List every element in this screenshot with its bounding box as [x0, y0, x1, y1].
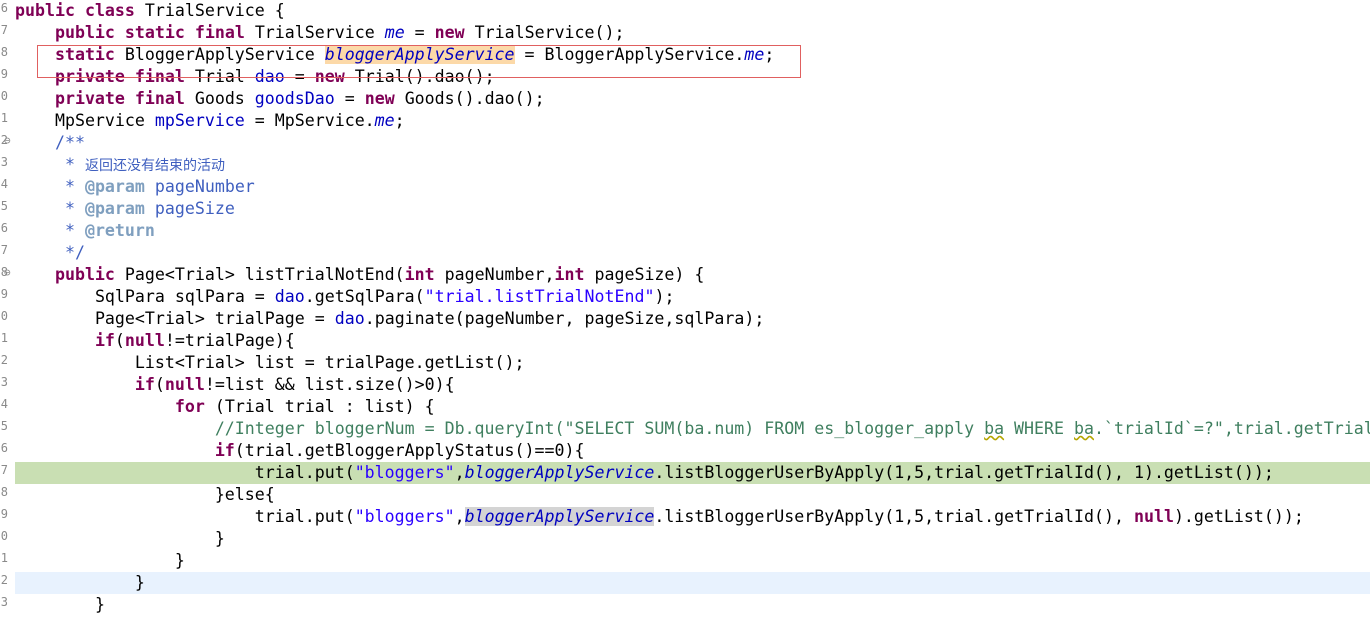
code-line[interactable]: }	[15, 528, 1370, 550]
line-number: 2	[0, 353, 8, 367]
line-number: 0	[0, 309, 8, 323]
line-number: 7	[0, 243, 8, 257]
code-line[interactable]: public Page<Trial> listTrialNotEnd(int p…	[15, 264, 1370, 286]
highlighted-code-line[interactable]: trial.put("bloggers",bloggerApplyService…	[15, 462, 1370, 484]
line-number: 6	[0, 1, 8, 15]
line-number: 1	[0, 111, 8, 125]
code-editor[interactable]: 6 7 8 9 0 1 2 3 4 5 6 7 8 9 0 1 2 3 4 5 …	[0, 0, 1370, 621]
code-line[interactable]: for (Trial trial : list) {	[15, 396, 1370, 418]
line-number: 7	[0, 463, 8, 477]
code-line[interactable]: * @param pageSize	[15, 198, 1370, 220]
code-line[interactable]: }	[15, 594, 1370, 616]
line-number: 9	[0, 507, 8, 521]
line-number: 5	[0, 199, 8, 213]
line-number: 4	[0, 177, 8, 191]
code-line[interactable]: trial.put("bloggers",bloggerApplyService…	[15, 506, 1370, 528]
line-number: 3	[0, 375, 8, 389]
highlighted-occurrence: bloggerApplyService	[464, 507, 655, 526]
line-number-gutter: 6 7 8 9 0 1 2 3 4 5 6 7 8 9 0 1 2 3 4 5 …	[0, 0, 14, 621]
line-number: 7	[0, 23, 8, 37]
line-number: 3	[0, 595, 8, 609]
code-line[interactable]: public class TrialService {	[15, 0, 1370, 22]
line-number: 9	[0, 67, 8, 81]
code-line[interactable]: if(null!=trialPage){	[15, 330, 1370, 352]
code-line[interactable]: SqlPara sqlPara = dao.getSqlPara("trial.…	[15, 286, 1370, 308]
line-number: 9	[0, 287, 8, 301]
code-line[interactable]: }	[15, 550, 1370, 572]
code-line[interactable]: //Integer bloggerNum = Db.queryInt("SELE…	[15, 418, 1370, 440]
current-code-line[interactable]: }	[15, 572, 1370, 594]
code-line[interactable]: * @param pageNumber	[15, 176, 1370, 198]
line-number: 8	[0, 485, 8, 499]
code-line[interactable]: if(null!=list && list.size()>0){	[15, 374, 1370, 396]
line-number: 2	[0, 573, 8, 587]
code-line[interactable]: List<Trial> list = trialPage.getList();	[15, 352, 1370, 374]
code-line[interactable]: MpService mpService = MpService.me;	[15, 110, 1370, 132]
code-line[interactable]: static BloggerApplyService bloggerApplyS…	[15, 44, 1370, 66]
code-line[interactable]: if(trial.getBloggerApplyStatus()==0){	[15, 440, 1370, 462]
line-number: 0	[0, 89, 8, 103]
line-number: 0	[0, 529, 8, 543]
code-line[interactable]: * @return	[15, 220, 1370, 242]
line-number: 1	[0, 551, 8, 565]
code-line[interactable]: private final Goods goodsDao = new Goods…	[15, 88, 1370, 110]
line-number: 8	[0, 45, 8, 59]
highlighted-occurrence: bloggerApplyService	[324, 45, 515, 64]
line-number: 3	[0, 155, 8, 169]
code-line[interactable]: Page<Trial> trialPage = dao.paginate(pag…	[15, 308, 1370, 330]
fold-collapse-icon[interactable]: ⊖	[4, 134, 14, 147]
line-number: 1	[0, 331, 8, 345]
line-number: 6	[0, 441, 8, 455]
code-line[interactable]: private final Trial dao = new Trial().da…	[15, 66, 1370, 88]
code-line[interactable]: }else{	[15, 484, 1370, 506]
line-number: 5	[0, 419, 8, 433]
line-number: 6	[0, 221, 8, 235]
code-line[interactable]: */	[15, 242, 1370, 264]
code-line[interactable]: /**	[15, 132, 1370, 154]
code-line[interactable]: * 返回还没有结束的活动	[15, 154, 1370, 176]
code-line[interactable]: public static final TrialService me = ne…	[15, 22, 1370, 44]
line-number: 4	[0, 397, 8, 411]
fold-collapse-icon[interactable]: ⊖	[4, 266, 14, 279]
